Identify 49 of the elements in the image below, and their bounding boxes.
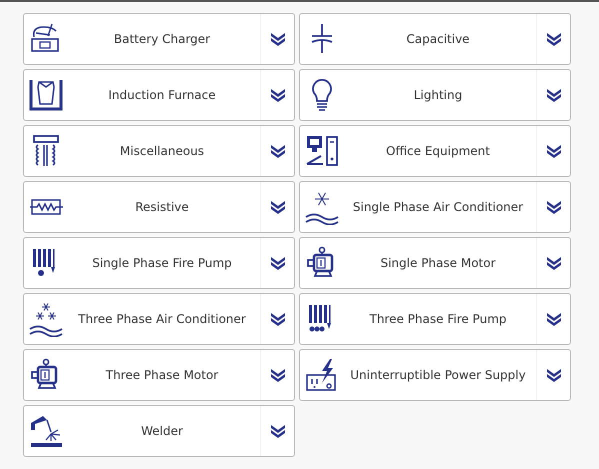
load-type-label: Office Equipment (385, 144, 491, 158)
snowflakes-waves-icon (28, 301, 64, 337)
load-type-label: Three Phase Motor (104, 368, 220, 382)
load-type-label: Single Phase Fire Pump (91, 256, 233, 270)
load-type-label: Battery Charger (112, 32, 212, 46)
double-chevron-icon (546, 88, 562, 102)
double-chevron-icon (270, 88, 286, 102)
double-chevron-icon (270, 32, 286, 46)
load-type-label: Lighting (412, 88, 464, 102)
load-type-card[interactable]: Three Phase Fire Pump (299, 293, 571, 345)
load-type-label: Resistive (134, 200, 190, 214)
load-type-card[interactable]: Three Phase Motor (23, 349, 295, 401)
load-type-card[interactable]: Induction Furnace (23, 69, 295, 121)
double-chevron-icon (546, 368, 562, 382)
load-type-card[interactable]: Battery Charger (23, 13, 295, 65)
double-chevron-icon (270, 312, 286, 326)
double-chevron-icon (546, 256, 562, 270)
double-chevron-icon (270, 368, 286, 382)
load-type-card[interactable]: Welder (23, 405, 295, 457)
furnace-icon (28, 77, 64, 113)
welder-icon (28, 413, 64, 449)
load-type-label: Welder (140, 424, 184, 438)
load-type-card[interactable]: Resistive (23, 181, 295, 233)
double-chevron-icon (546, 32, 562, 46)
load-type-card[interactable]: Lighting (299, 69, 571, 121)
load-type-label: Three Phase Fire Pump (368, 312, 508, 326)
load-type-label: Miscellaneous (118, 144, 206, 158)
load-type-card[interactable]: Capacitive (299, 13, 571, 65)
double-chevron-icon (270, 424, 286, 438)
load-type-card[interactable]: Three Phase Air Conditioner (23, 293, 295, 345)
load-type-card[interactable]: Miscellaneous (23, 125, 295, 177)
double-chevron-icon (546, 312, 562, 326)
load-type-label: Three Phase Air Conditioner (77, 312, 247, 326)
load-type-card[interactable]: Single Phase Air Conditioner (299, 181, 571, 233)
load-type-card[interactable]: Single Phase Motor (299, 237, 571, 289)
load-type-card[interactable]: Uninterruptible Power Supply (299, 349, 571, 401)
load-type-card[interactable]: Single Phase Fire Pump (23, 237, 295, 289)
computer-icon (304, 133, 340, 169)
double-chevron-icon (546, 200, 562, 214)
double-chevron-icon (270, 256, 286, 270)
load-type-label: Single Phase Motor (379, 256, 497, 270)
double-chevron-icon (546, 144, 562, 158)
load-type-label: Induction Furnace (107, 88, 217, 102)
load-type-card[interactable]: Office Equipment (299, 125, 571, 177)
load-type-label: Uninterruptible Power Supply (349, 368, 527, 382)
double-chevron-icon (270, 200, 286, 214)
load-type-label: Capacitive (405, 32, 471, 46)
load-type-label: Single Phase Air Conditioner (352, 200, 524, 214)
double-chevron-icon (270, 144, 286, 158)
